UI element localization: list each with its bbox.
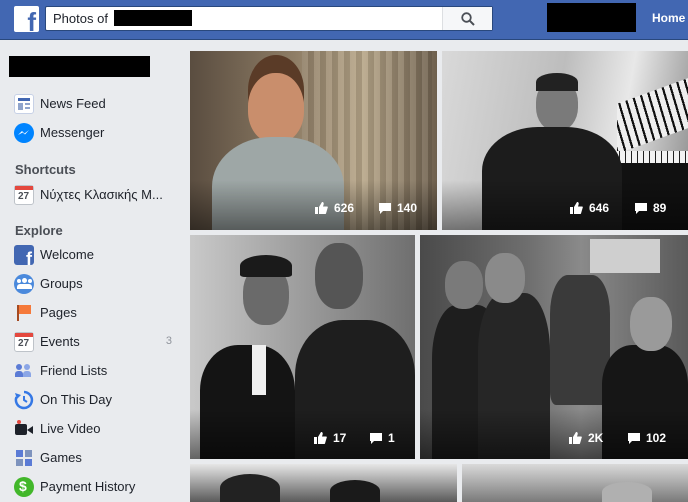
like-count-text: 626	[334, 201, 355, 215]
comment-count[interactable]: 1	[370, 431, 395, 445]
photo-tile[interactable]	[462, 464, 688, 502]
photo-tile[interactable]: 646 89	[442, 51, 688, 230]
sidebar-item-label: Live Video	[40, 421, 101, 436]
messenger-icon	[14, 123, 34, 143]
sidebar-item-label: Welcome	[40, 247, 94, 262]
home-link[interactable]: Home	[652, 11, 685, 25]
top-navigation-bar: f Photos of Home	[0, 0, 688, 40]
sidebar-item-payment-history[interactable]: $ Payment History	[14, 476, 180, 498]
comment-icon	[379, 202, 391, 214]
facebook-logo-icon[interactable]: f	[14, 6, 39, 35]
payment-history-icon: $	[14, 477, 34, 497]
like-icon	[314, 432, 327, 444]
like-count-text: 2K	[588, 431, 604, 445]
person-hair	[220, 474, 280, 502]
calendar-icon: 27	[14, 185, 34, 205]
comment-count[interactable]: 89	[635, 201, 666, 215]
sidebar-item-friend-lists[interactable]: Friend Lists	[14, 360, 180, 382]
person-left-shirt	[252, 345, 266, 395]
explore-heading: Explore	[15, 223, 63, 238]
calendar-icon: 27	[14, 332, 34, 352]
redacted-name	[114, 10, 192, 26]
wall-poster	[590, 239, 660, 273]
comment-count[interactable]: 102	[628, 431, 666, 445]
like-count-text: 17	[333, 431, 347, 445]
photo-tile[interactable]: 17 1	[190, 235, 415, 459]
person-hair	[602, 482, 652, 502]
person-3-face	[630, 297, 672, 351]
person-hair	[536, 73, 578, 91]
photo-tile[interactable]: 626 140	[190, 51, 437, 230]
comment-count-text: 89	[653, 201, 667, 215]
piano-lid	[617, 78, 688, 154]
events-count-badge: 3	[165, 335, 172, 347]
search-input[interactable]: Photos of	[45, 6, 493, 31]
search-button[interactable]	[442, 7, 492, 30]
sidebar-item-label: Payment History	[40, 479, 136, 494]
hanging-coats	[550, 275, 610, 405]
sidebar-item-games[interactable]: Games	[14, 447, 180, 469]
like-count[interactable]: 2K	[569, 431, 603, 445]
like-count-text: 646	[589, 201, 610, 215]
comment-count-text: 1	[388, 431, 395, 445]
person-2-face	[485, 253, 525, 303]
live-video-icon	[14, 419, 34, 439]
redacted-profile-link[interactable]	[547, 3, 636, 32]
comment-count[interactable]: 140	[379, 201, 417, 215]
sidebar-item-messenger[interactable]: Messenger	[14, 122, 180, 144]
person-right-face	[315, 243, 363, 309]
sidebar-item-label: Νύχτες Κλασικής Μ...	[40, 187, 163, 202]
sidebar-item-groups[interactable]: Groups	[14, 273, 180, 295]
sidebar-item-welcome[interactable]: f Welcome	[14, 244, 180, 268]
sidebar-item-news-feed[interactable]: News Feed	[14, 93, 180, 115]
sidebar-item-shortcut[interactable]: 27 Νύχτες Κλασικής Μ...	[14, 184, 180, 206]
sidebar-item-live-video[interactable]: Live Video	[14, 418, 180, 440]
person-left-hair	[240, 255, 292, 277]
person-1-face	[445, 261, 483, 309]
sidebar-item-label: Events	[40, 334, 80, 349]
like-icon	[315, 202, 328, 214]
pages-flag-icon	[14, 303, 34, 323]
person-hair	[330, 480, 380, 502]
sidebar-item-label: Games	[40, 450, 82, 465]
sidebar-item-events[interactable]: 27 Events 3	[14, 331, 180, 353]
games-icon	[14, 448, 34, 468]
calendar-day: 27	[18, 338, 30, 349]
facebook-icon: f	[14, 245, 34, 268]
sidebar-item-on-this-day[interactable]: On This Day	[14, 389, 180, 411]
redacted-profile-name[interactable]	[9, 56, 150, 77]
like-count[interactable]: 646	[570, 201, 609, 215]
sidebar-item-pages[interactable]: Pages	[14, 302, 180, 324]
comment-icon	[628, 432, 640, 444]
news-feed-icon	[14, 94, 34, 114]
comment-count-text: 102	[646, 431, 667, 445]
search-query-text: Photos of	[53, 11, 108, 26]
person-face	[248, 73, 304, 143]
search-icon	[461, 12, 475, 26]
comment-icon	[635, 202, 647, 214]
comment-count-text: 140	[397, 201, 418, 215]
like-icon	[569, 432, 582, 444]
sidebar-item-label: News Feed	[40, 96, 106, 111]
sidebar-item-label: Pages	[40, 305, 77, 320]
left-sidebar: News Feed Messenger Shortcuts 27 Νύχτες …	[0, 41, 180, 502]
like-count[interactable]: 626	[315, 201, 354, 215]
on-this-day-icon	[14, 390, 34, 410]
groups-icon	[14, 274, 34, 294]
sidebar-item-label: Messenger	[40, 125, 105, 140]
photo-tile[interactable]	[190, 464, 457, 502]
like-count[interactable]: 17	[314, 431, 346, 445]
comment-icon	[370, 432, 382, 444]
photo-tile[interactable]: 2K 102	[420, 235, 688, 459]
sidebar-item-label: Groups	[40, 276, 83, 291]
shortcuts-heading: Shortcuts	[15, 162, 76, 177]
sidebar-item-label: On This Day	[40, 392, 113, 407]
friend-lists-icon	[14, 361, 34, 381]
calendar-day: 27	[18, 191, 30, 202]
sidebar-item-label: Friend Lists	[40, 363, 108, 378]
like-icon	[570, 202, 583, 214]
